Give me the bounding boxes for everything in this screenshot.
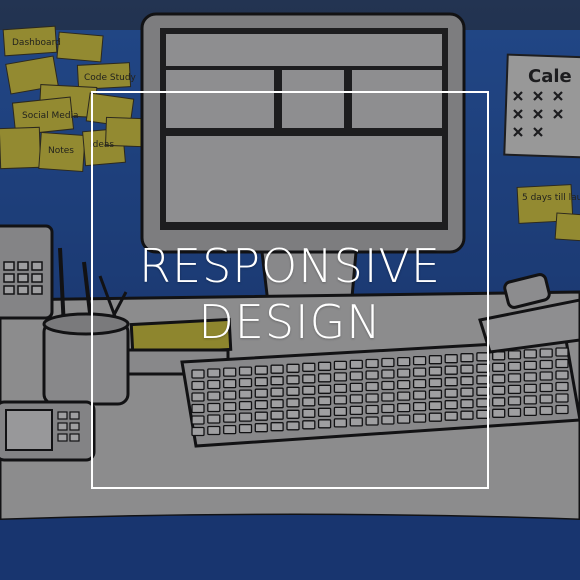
hero-title: RESPONSIVE DESIGN [91,238,489,350]
hero-banner[interactable]: Dashboard Code Study Social Media Notes … [0,0,580,580]
hero-title-line-1: RESPONSIVE [139,239,441,293]
hero-title-line-2: DESIGN [198,295,382,349]
